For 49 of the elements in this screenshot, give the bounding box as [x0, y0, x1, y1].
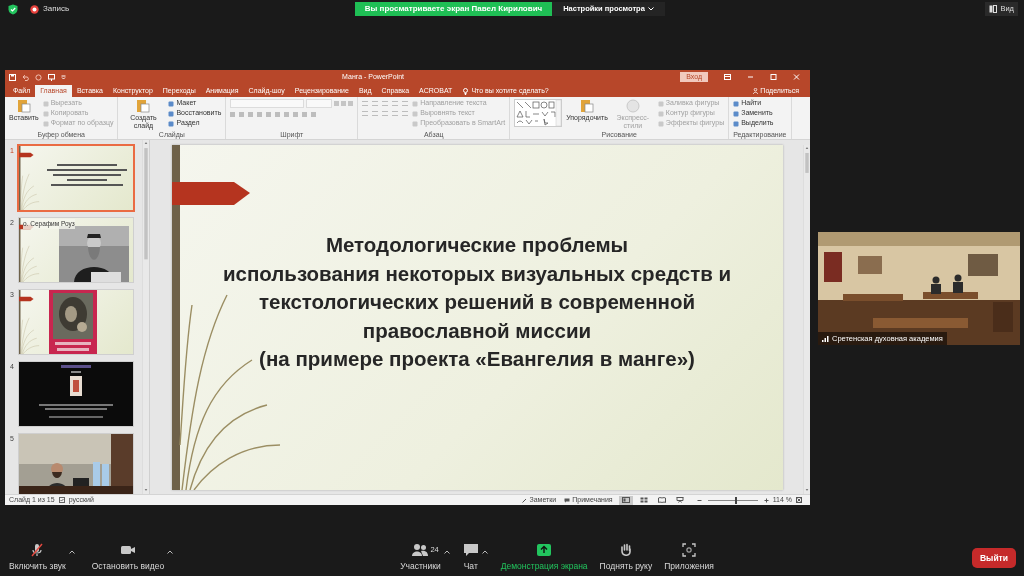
slide-thumbnail[interactable] [19, 362, 133, 426]
person-icon [753, 88, 759, 94]
zoom-slider-thumb[interactable] [735, 496, 738, 504]
slide-decoration-drawing [19, 290, 40, 354]
slide-decoration-drawing [19, 146, 40, 210]
view-mode-icon [621, 497, 630, 503]
chat-icon [462, 543, 479, 558]
zoom-out-icon [696, 497, 702, 503]
toolbar-button[interactable]: Приложения [661, 543, 717, 573]
zoom-in-icon [763, 497, 769, 503]
ribbon-display-icon [724, 74, 731, 80]
apps-icon [682, 543, 696, 558]
security-shield-icon [8, 3, 18, 15]
save-icon [9, 73, 16, 81]
leave-button[interactable]: Выйти [972, 547, 1016, 569]
fit-slide-icon [796, 497, 802, 503]
raised-hand-icon [618, 543, 633, 558]
layout-icon [989, 5, 998, 13]
toolbar-button[interactable]: Включить звук [6, 543, 69, 573]
sharing-banner: Вы просматриваете экран Павел Кирилович [355, 2, 552, 16]
comment-icon [564, 497, 571, 503]
view-mode-icon [675, 497, 684, 503]
slideshow-icon [48, 73, 55, 81]
toolbar-button[interactable]: Чат [459, 543, 482, 573]
share-screen-icon [536, 543, 553, 558]
slide-thumbnail[interactable] [19, 146, 133, 210]
record-icon [30, 4, 39, 14]
participants-icon [411, 543, 430, 558]
signal-icon [822, 334, 829, 342]
lightbulb-icon [463, 87, 469, 95]
slide-thumbnail[interactable] [19, 434, 133, 494]
redo-icon [35, 73, 42, 81]
notes-icon [522, 497, 528, 503]
toolbar-button[interactable]: Поднять руку [596, 543, 656, 573]
recording-label: Запись [43, 3, 70, 15]
toolbar-button[interactable]: Остановить видео [88, 543, 168, 573]
spellcheck-icon [58, 497, 65, 503]
minimize-icon [747, 74, 754, 80]
slide-thumbnail[interactable] [19, 290, 133, 354]
customize-icon [61, 74, 66, 80]
view-mode-icon [639, 497, 648, 503]
slide-title: Методологические проблемы использования некоторых визуальных средств и текстологических решений в современной православной миссии (на примере проекта «Евангелия в манге») [221, 232, 733, 372]
toolbar-button[interactable]: Демонстрация экрана [497, 543, 591, 573]
undo-icon [22, 73, 29, 81]
view-mode-icon [657, 497, 666, 503]
maximize-icon [770, 74, 777, 80]
view-mode-button[interactable] [618, 495, 633, 505]
caret-icon [647, 7, 654, 11]
close-icon [793, 74, 800, 80]
